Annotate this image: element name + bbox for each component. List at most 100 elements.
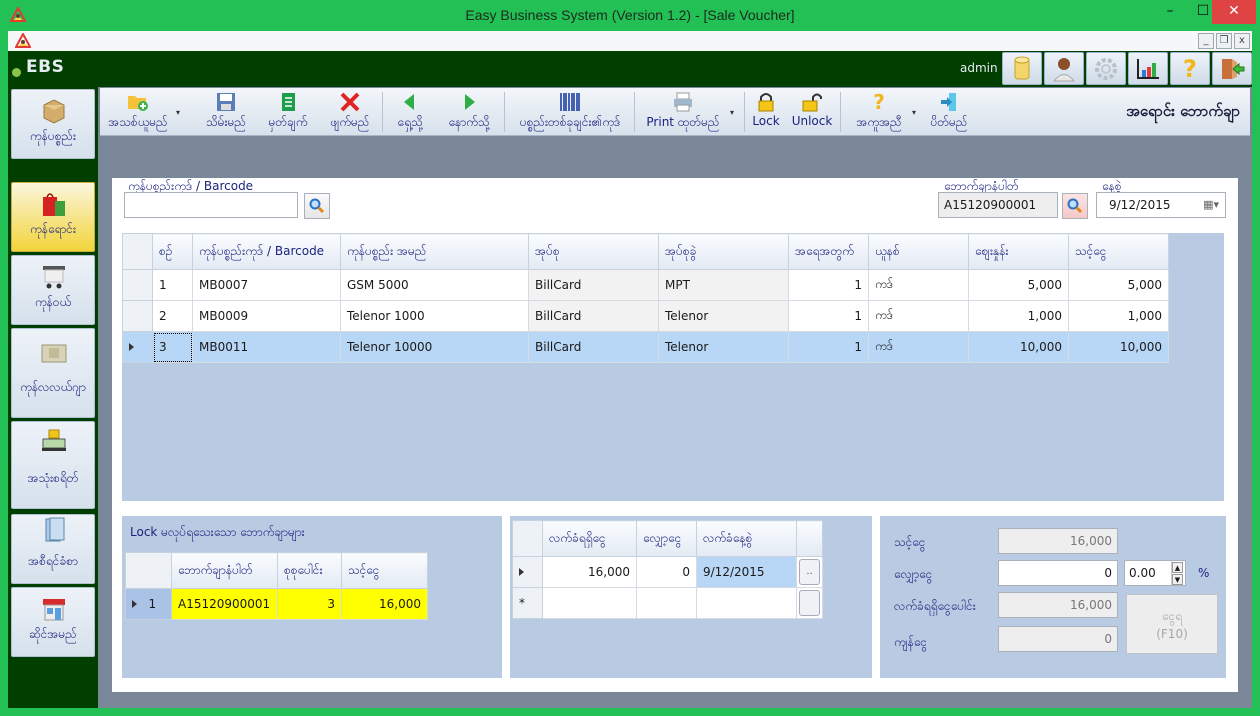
cell-date[interactable]: 9/12/2015 bbox=[696, 556, 797, 588]
next-button[interactable]: နောက်သို့ bbox=[438, 90, 500, 134]
cell-unit[interactable]: ကဒ် bbox=[868, 331, 969, 363]
cell-no[interactable]: 2 bbox=[152, 300, 193, 332]
table-row[interactable]: 1 MB0007 GSM 5000 BillCard MPT 1 ကဒ် 5,0… bbox=[122, 269, 1169, 301]
row-header[interactable] bbox=[512, 556, 543, 588]
print-dropdown-icon[interactable]: ▾ bbox=[730, 108, 734, 117]
lock-button[interactable]: Lock bbox=[746, 90, 786, 134]
help-toolbar-button[interactable]: ? အကူအညီ bbox=[846, 90, 912, 134]
column-header[interactable]: စုစုပေါင်း bbox=[277, 552, 342, 589]
cell-voucher[interactable]: A15120900001 bbox=[171, 588, 278, 620]
row-header[interactable] bbox=[122, 331, 153, 363]
ellipsis-button[interactable] bbox=[799, 590, 820, 616]
new-button[interactable]: အသစ်ယူမည် bbox=[102, 90, 174, 134]
cell-subgroup[interactable]: Telenor bbox=[658, 300, 789, 332]
column-header[interactable]: သင့်ငွေ bbox=[341, 552, 428, 589]
new-dropdown-icon[interactable]: ▾ bbox=[176, 108, 180, 117]
cell-subgroup[interactable]: Telenor bbox=[658, 331, 789, 363]
column-header[interactable]: ကုန်ပစ္စည်းကုဒ် / Barcode bbox=[192, 233, 341, 270]
mdi-minimize-button[interactable]: _ bbox=[1198, 33, 1214, 49]
cell-group[interactable]: BillCard bbox=[528, 300, 659, 332]
cell-group[interactable]: BillCard bbox=[528, 331, 659, 363]
barcode-input[interactable] bbox=[124, 192, 298, 218]
sidebar-item-reports[interactable]: အစီရင်ခံစာ bbox=[11, 514, 95, 584]
sidebar-item-sales[interactable]: ကုန်ရောင်း bbox=[11, 182, 95, 252]
database-button[interactable] bbox=[1002, 52, 1042, 85]
record-button[interactable]: မှတ်ချက် bbox=[258, 90, 318, 134]
discount-percent-stepper[interactable]: 0.00 ▲ ▼ bbox=[1124, 560, 1186, 586]
cell-amount[interactable]: 10,000 bbox=[1068, 331, 1169, 363]
cell-subgroup[interactable]: MPT bbox=[658, 269, 789, 301]
print-button[interactable]: Print ထုတ်မည် bbox=[638, 90, 728, 134]
cell-code[interactable]: MB0011 bbox=[192, 331, 341, 363]
row-header[interactable]: 1 bbox=[125, 588, 172, 620]
column-header[interactable]: ဘောက်ချာနံပါတ် bbox=[171, 552, 278, 589]
mdi-restore-button[interactable]: ❐ bbox=[1216, 33, 1232, 49]
table-row[interactable]: 1 A15120900001 3 16,000 bbox=[125, 588, 428, 620]
column-header[interactable]: ဈေးနှုန်း bbox=[968, 233, 1069, 270]
calendar-dropdown-icon[interactable]: ▦▾ bbox=[1203, 198, 1219, 211]
cell-amount[interactable]: 16,000 bbox=[341, 588, 428, 620]
exit-button[interactable] bbox=[1212, 52, 1252, 85]
sidebar-item-purchase[interactable]: ကုန်ဝယ် bbox=[11, 255, 95, 325]
spin-up-icon[interactable]: ▲ bbox=[1172, 562, 1183, 573]
column-header[interactable]: စဉ် bbox=[152, 233, 193, 270]
voucher-search-button[interactable] bbox=[1062, 193, 1088, 219]
ellipsis-button[interactable]: .. bbox=[799, 559, 820, 585]
cell-price[interactable]: 5,000 bbox=[968, 269, 1069, 301]
close-button[interactable]: ✕ bbox=[1212, 0, 1256, 24]
cell-amount[interactable]: 1,000 bbox=[1068, 300, 1169, 332]
delete-button[interactable]: ဖျက်မည် bbox=[320, 90, 380, 134]
user-button[interactable] bbox=[1044, 52, 1084, 85]
cell-name[interactable]: GSM 5000 bbox=[340, 269, 529, 301]
sidebar-item-shop[interactable]: ဆိုင်အမည် bbox=[11, 587, 95, 657]
cell-unit[interactable]: ကဒ် bbox=[868, 300, 969, 332]
column-header[interactable]: လက်ခံရရှိငွေ bbox=[542, 520, 637, 557]
column-header[interactable]: လက်ခံနေ့စွဲ bbox=[696, 520, 797, 557]
sidebar-item-products[interactable]: ကုန်ပစ္စည်း bbox=[11, 89, 95, 159]
cell-no[interactable]: 1 bbox=[152, 269, 193, 301]
new-row[interactable]: * bbox=[512, 587, 823, 619]
table-row-selected[interactable]: 3 MB0011 Telenor 10000 BillCard Telenor … bbox=[122, 331, 1169, 363]
barcode-search-button[interactable] bbox=[304, 193, 330, 219]
column-header[interactable]: သင့်ငွေ bbox=[1068, 233, 1169, 270]
row-header[interactable] bbox=[122, 269, 153, 301]
balance-field[interactable]: 0 bbox=[998, 626, 1118, 652]
minimize-button[interactable]: – bbox=[1153, 0, 1187, 24]
table-row[interactable]: 2 MB0009 Telenor 1000 BillCard Telenor 1… bbox=[122, 300, 1169, 332]
cell-total[interactable]: 3 bbox=[277, 588, 342, 620]
cell-qty[interactable]: 1 bbox=[788, 331, 869, 363]
receive-payment-button[interactable]: ငွေရ (F10) bbox=[1126, 594, 1218, 654]
settings-button[interactable] bbox=[1086, 52, 1126, 85]
cell-price[interactable]: 10,000 bbox=[968, 331, 1069, 363]
received-total-field[interactable]: 16,000 bbox=[998, 592, 1118, 618]
table-row[interactable]: 16,000 0 9/12/2015 .. bbox=[512, 556, 823, 588]
help-button[interactable]: ? bbox=[1170, 52, 1210, 85]
cell-group[interactable]: BillCard bbox=[528, 269, 659, 301]
previous-button[interactable]: ရှေ့သို့ bbox=[384, 90, 436, 134]
cell-date[interactable] bbox=[696, 587, 797, 619]
cell-received[interactable]: 16,000 bbox=[542, 556, 637, 588]
column-header[interactable]: အုပ်စု bbox=[528, 233, 659, 270]
sidebar-item-expenses[interactable]: အသုံးစရိတ် bbox=[11, 421, 95, 509]
close-form-button[interactable]: ပိတ်မည် bbox=[924, 90, 974, 134]
spin-down-icon[interactable]: ▼ bbox=[1172, 574, 1183, 585]
cell-received[interactable] bbox=[542, 587, 637, 619]
unlock-button[interactable]: Unlock bbox=[788, 90, 836, 134]
discount-amount-input[interactable]: 0 bbox=[998, 560, 1118, 586]
column-header[interactable]: ယူနစ် bbox=[868, 233, 969, 270]
save-button[interactable]: သိမ်းမည် bbox=[196, 90, 256, 134]
column-header[interactable]: အုပ်စုခွဲ bbox=[658, 233, 789, 270]
amount-field[interactable]: 16,000 bbox=[998, 528, 1118, 554]
date-picker[interactable]: 9/12/2015 ▦▾ bbox=[1096, 192, 1226, 218]
cell-discount[interactable]: 0 bbox=[636, 556, 697, 588]
column-header[interactable]: ကုန်ပစ္စည်း အမည် bbox=[340, 233, 529, 270]
cell-unit[interactable]: ကဒ် bbox=[868, 269, 969, 301]
help-dropdown-icon[interactable]: ▾ bbox=[912, 108, 916, 117]
cell-code[interactable]: MB0009 bbox=[192, 300, 341, 332]
voucher-number-input[interactable]: A15120900001 bbox=[938, 192, 1058, 218]
cell-name[interactable]: Telenor 1000 bbox=[340, 300, 529, 332]
reports-button[interactable] bbox=[1128, 52, 1168, 85]
cell-code[interactable]: MB0007 bbox=[192, 269, 341, 301]
cell-qty[interactable]: 1 bbox=[788, 269, 869, 301]
row-header[interactable] bbox=[122, 300, 153, 332]
